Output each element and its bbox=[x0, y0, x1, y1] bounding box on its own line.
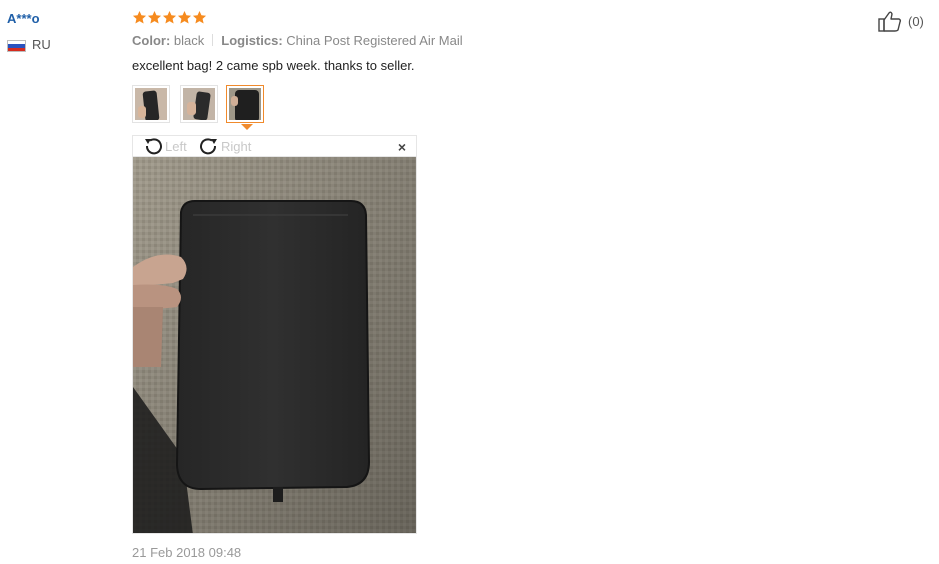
review-date: 21 Feb 2018 09:48 bbox=[132, 545, 242, 560]
review-thumbnail-3-selected[interactable] bbox=[226, 85, 264, 123]
rotate-right-icon bbox=[200, 138, 217, 155]
review-text: excellent bag! 2 came spb week. thanks t… bbox=[132, 58, 415, 73]
star-icon bbox=[177, 10, 192, 25]
star-icon bbox=[162, 10, 177, 25]
star-icon bbox=[192, 10, 207, 25]
reviewer-country: RU bbox=[32, 37, 51, 52]
rotate-left-button[interactable]: Left bbox=[143, 137, 187, 155]
review-thumbnail-2[interactable] bbox=[180, 85, 218, 123]
logistics-label: Logistics: bbox=[221, 33, 283, 48]
star-icon bbox=[147, 10, 162, 25]
review-photo-large bbox=[132, 156, 417, 534]
helpful-button[interactable]: (0) bbox=[878, 10, 924, 32]
order-attributes: Color: black Logistics: China Post Regist… bbox=[132, 33, 463, 48]
star-icon bbox=[132, 10, 147, 25]
close-viewer-button[interactable]: × bbox=[398, 139, 406, 155]
thumbs-up-icon bbox=[878, 11, 902, 32]
rotate-right-label: Right bbox=[221, 138, 252, 154]
rotate-right-button[interactable]: Right bbox=[199, 137, 251, 155]
rotate-left-icon bbox=[145, 138, 162, 155]
review-thumbnail-1[interactable] bbox=[132, 85, 170, 123]
bag-photo-image bbox=[133, 157, 416, 533]
selected-thumbnail-caret bbox=[241, 124, 253, 130]
russia-flag-icon bbox=[7, 40, 26, 52]
rating-stars bbox=[132, 10, 207, 27]
color-value: black bbox=[173, 33, 205, 48]
logistics-value: China Post Registered Air Mail bbox=[286, 33, 463, 48]
image-viewer-toolbar: Left Right × bbox=[132, 135, 417, 156]
divider bbox=[212, 34, 214, 46]
helpful-count: (0) bbox=[908, 13, 924, 29]
reviewer-name[interactable]: A***o bbox=[7, 11, 40, 26]
rotate-left-label: Left bbox=[165, 138, 187, 154]
color-label: Color: bbox=[132, 33, 171, 48]
